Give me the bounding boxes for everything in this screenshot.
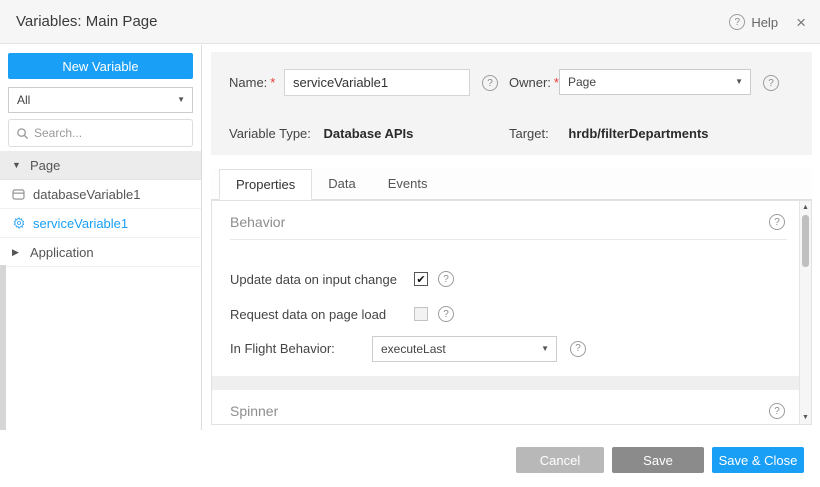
behavior-section-title: Behavior — [230, 214, 285, 230]
variable-type-label: Variable Type: — [229, 126, 311, 141]
properties-scrollbar[interactable]: ▲ ▼ — [799, 201, 811, 424]
name-field[interactable] — [284, 69, 470, 96]
request-on-load-label: Request data on page load — [230, 307, 414, 322]
properties-panel: Behavior ? Update data on input change ✔… — [211, 200, 812, 425]
tree-item-database-variable[interactable]: databaseVariable1 — [0, 180, 201, 209]
page-title: Variables: Main Page — [16, 0, 157, 44]
request-on-load-checkbox[interactable]: ✔ — [414, 307, 428, 321]
variable-type-readout: Variable Type: Database APIs — [229, 126, 413, 141]
new-variable-button[interactable]: New Variable — [8, 53, 193, 79]
in-flight-row: In Flight Behavior: executeLast ▼ ? — [230, 335, 775, 362]
save-button[interactable]: Save — [612, 447, 704, 473]
required-marker: * — [270, 75, 275, 90]
request-on-load-help-icon[interactable]: ? — [438, 306, 454, 322]
owner-value: Page — [568, 75, 596, 89]
search-icon — [16, 127, 29, 140]
spinner-help-icon[interactable]: ? — [769, 403, 785, 419]
variable-filter-select[interactable]: All ▼ — [8, 87, 193, 113]
header-actions: ? Help × — [729, 0, 806, 44]
target-value: hrdb/filterDepartments — [568, 126, 708, 141]
scroll-up-icon[interactable]: ▲ — [800, 204, 811, 211]
update-on-input-row: Update data on input change ✔ ? — [230, 269, 775, 289]
in-flight-value: executeLast — [381, 342, 446, 356]
variables-dialog: Variables: Main Page ? Help × New Variab… — [0, 0, 820, 487]
target-label: Target: — [509, 126, 549, 141]
dialog-footer: Cancel Save Save & Close — [0, 430, 820, 487]
behavior-help-icon[interactable]: ? — [769, 214, 785, 230]
target-readout: Target: hrdb/filterDepartments — [509, 126, 709, 141]
tree-item-service-variable[interactable]: serviceVariable1 — [0, 209, 201, 238]
tree-item-label: serviceVariable1 — [33, 216, 128, 231]
scroll-down-icon[interactable]: ▼ — [800, 414, 811, 421]
in-flight-select[interactable]: executeLast ▼ — [372, 336, 557, 362]
name-label: Name:* — [229, 69, 275, 96]
request-on-load-row: Request data on page load ✔ ? — [230, 304, 775, 324]
caret-down-icon: ▼ — [12, 160, 22, 170]
in-flight-help-icon[interactable]: ? — [570, 341, 586, 357]
owner-help-icon[interactable]: ? — [763, 75, 779, 91]
tab-data[interactable]: Data — [312, 169, 371, 199]
variables-tree: ▼ Page databaseVariable1 serviceVariable… — [0, 151, 201, 267]
chevron-down-icon: ▼ — [177, 88, 185, 112]
spinner-section: Spinner ? — [212, 390, 799, 424]
name-help-icon[interactable]: ? — [482, 75, 498, 91]
update-on-input-label: Update data on input change — [230, 272, 414, 287]
chevron-down-icon: ▼ — [735, 70, 743, 94]
variable-editor: Name:* ? Owner:* Page ▼ ? Variable Type:… — [203, 45, 820, 430]
update-on-input-checkbox[interactable]: ✔ — [414, 272, 428, 286]
scrollbar-thumb[interactable] — [802, 215, 809, 267]
help-link[interactable]: Help — [751, 15, 778, 30]
database-variable-icon — [12, 189, 25, 200]
help-icon[interactable]: ? — [729, 14, 745, 30]
tree-group-page[interactable]: ▼ Page — [0, 151, 201, 180]
owner-select[interactable]: Page ▼ — [559, 69, 751, 95]
service-variable-gear-icon — [12, 217, 25, 229]
variable-type-value: Database APIs — [324, 126, 414, 141]
tree-group-label: Application — [30, 245, 94, 260]
editor-tabs: Properties Data Events — [211, 169, 812, 200]
spinner-section-header: Spinner ? — [212, 390, 799, 425]
owner-label: Owner:* — [509, 69, 559, 96]
chevron-down-icon: ▼ — [541, 337, 549, 361]
caret-right-icon: ▶ — [12, 247, 22, 258]
check-icon: ✔ — [416, 273, 425, 286]
variable-search — [8, 119, 193, 147]
tree-item-label: databaseVariable1 — [33, 187, 140, 202]
save-and-close-button[interactable]: Save & Close — [712, 447, 804, 473]
in-flight-label: In Flight Behavior: — [230, 341, 372, 356]
variable-summary-form: Name:* ? Owner:* Page ▼ ? Variable Type:… — [211, 52, 812, 155]
tab-properties[interactable]: Properties — [219, 169, 312, 200]
variable-filter-value: All — [17, 93, 30, 107]
cancel-button[interactable]: Cancel — [516, 447, 604, 473]
close-icon[interactable]: × — [796, 14, 806, 31]
dialog-header: Variables: Main Page ? Help × — [0, 0, 820, 44]
update-on-input-help-icon[interactable]: ? — [438, 271, 454, 287]
tree-group-label: Page — [30, 158, 60, 173]
spinner-section-title: Spinner — [230, 403, 278, 419]
behavior-section: Behavior ? Update data on input change ✔… — [212, 201, 799, 376]
section-divider — [230, 239, 787, 240]
search-input[interactable] — [34, 126, 185, 140]
tab-events[interactable]: Events — [372, 169, 444, 199]
sidebar-scrollbar[interactable] — [0, 265, 6, 430]
tree-group-application[interactable]: ▶ Application — [0, 238, 201, 267]
behavior-section-header: Behavior ? — [212, 201, 799, 239]
variables-sidebar: New Variable All ▼ ▼ Page databaseVariab… — [0, 45, 202, 430]
